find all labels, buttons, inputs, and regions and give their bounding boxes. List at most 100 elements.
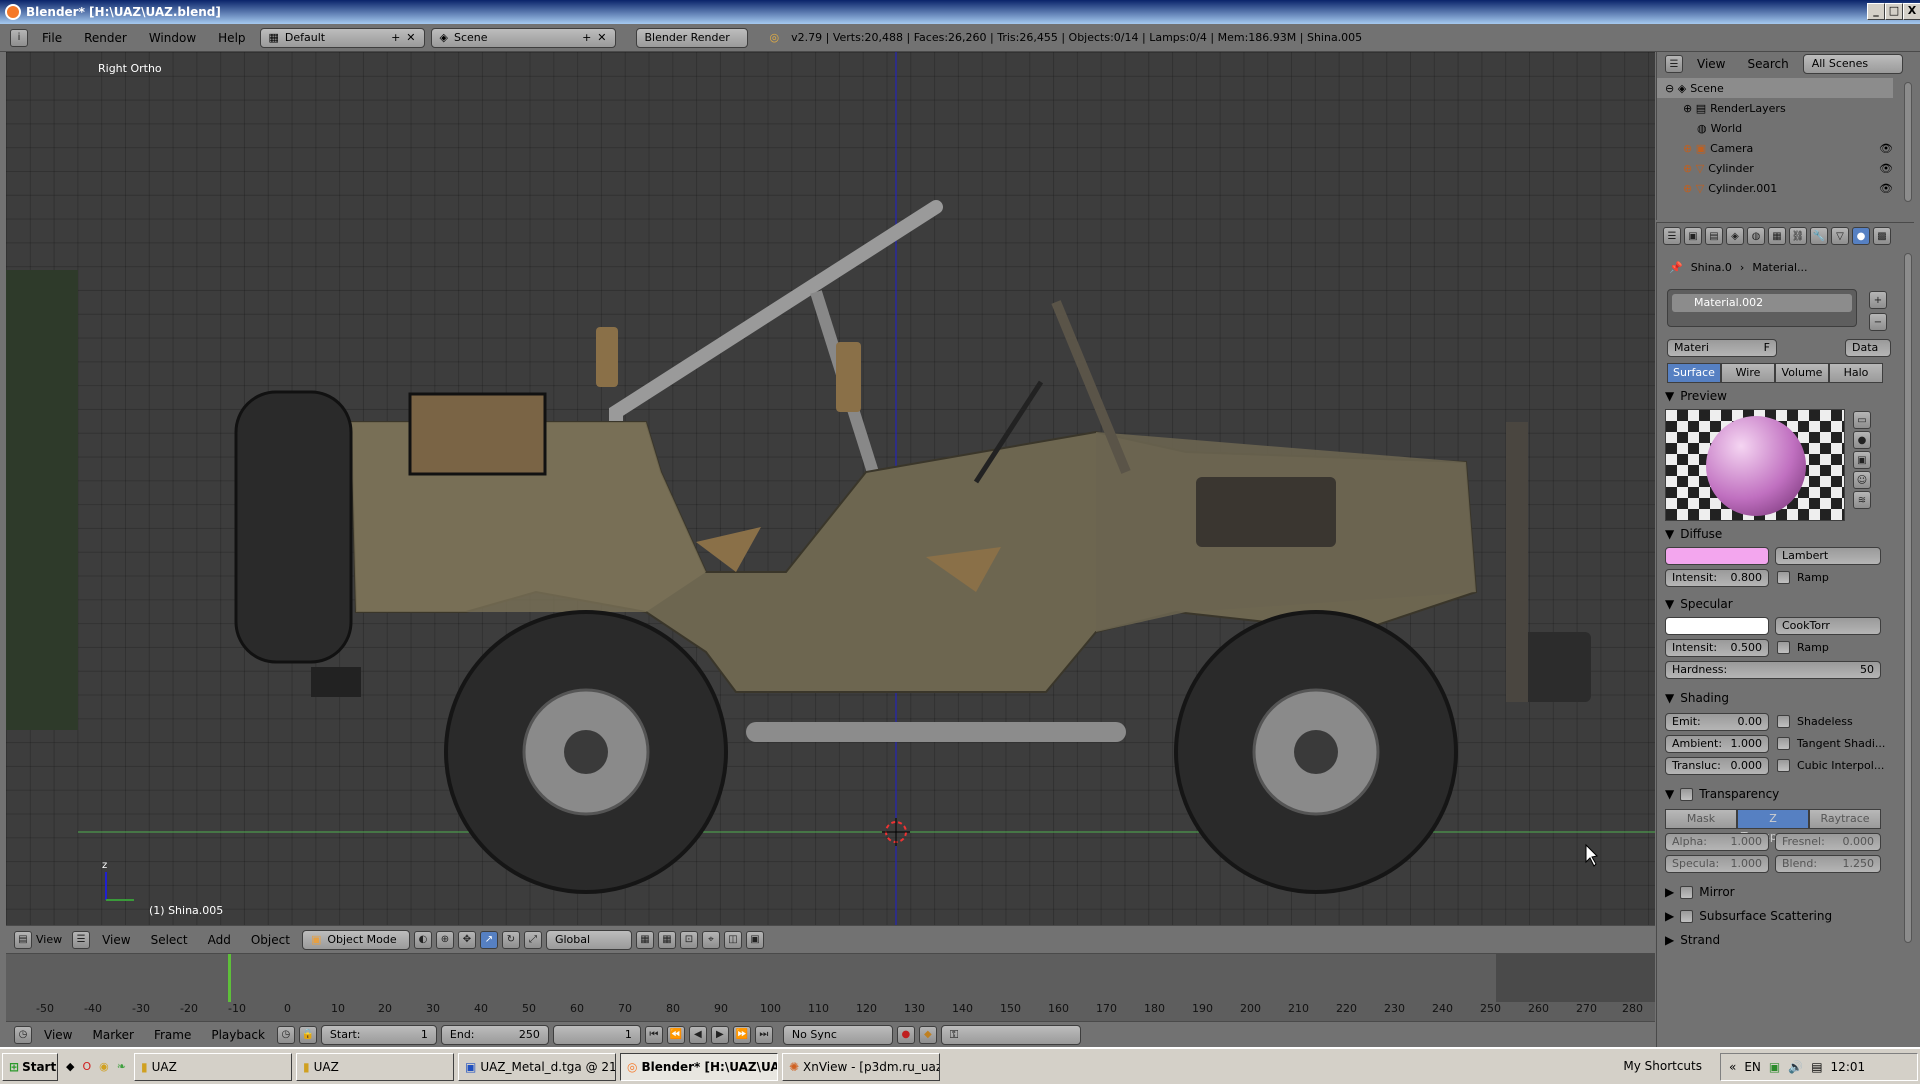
3d-viewport[interactable]: Right Ortho (1) Shina.005 z	[6, 52, 1655, 925]
editor-type-icon[interactable]: ▤	[14, 930, 32, 949]
transluc-field[interactable]: Transluc: 0.000	[1665, 757, 1769, 775]
layers-icon[interactable]: ▦	[635, 930, 654, 949]
outliner-item-cylinder[interactable]: ⊕ ▽ Cylinder 👁	[1657, 158, 1893, 178]
preview-panel-header[interactable]: ▼ Preview	[1665, 389, 1727, 403]
scene-tab-icon[interactable]: ◈	[1726, 227, 1744, 245]
close-button[interactable]: X	[1903, 3, 1920, 20]
current-frame-marker[interactable]	[228, 954, 231, 1002]
scale-icon[interactable]: ⤢	[523, 930, 542, 949]
shortcuts-toolbar[interactable]: My Shortcuts	[1623, 1059, 1702, 1073]
diffuse-color-swatch[interactable]	[1665, 547, 1769, 565]
mirror-panel-header[interactable]: ▶ Mirror	[1665, 885, 1735, 899]
start-button[interactable]: ⊞ Start	[2, 1052, 58, 1081]
translate-icon[interactable]: ↗	[479, 930, 498, 949]
preview-plane-icon[interactable]: ▭	[1853, 411, 1871, 429]
constraints-tab-icon[interactable]: ⛓	[1789, 227, 1807, 245]
pin-icon[interactable]: 📌	[1669, 261, 1683, 274]
specular-intensity-field[interactable]: Intensit: 0.500	[1665, 639, 1769, 657]
start-frame-field[interactable]: Start: 1	[320, 1024, 437, 1045]
hardness-field[interactable]: Hardness: 50	[1665, 661, 1881, 679]
texture-tab-icon[interactable]: ▩	[1873, 227, 1891, 245]
transparency-checkbox[interactable]	[1680, 787, 1694, 801]
material-slot-item[interactable]: Material.002	[1672, 294, 1852, 312]
outliner-filter-dropdown[interactable]: All Scenes	[1802, 54, 1903, 74]
timeline-editor-icon[interactable]: ◷	[14, 1025, 32, 1044]
info-editor-icon[interactable]: i	[10, 28, 28, 47]
jump-end-icon[interactable]: ⏭	[754, 1025, 773, 1044]
orientation-dropdown[interactable]: Global	[545, 929, 632, 950]
tl-menu-view[interactable]: View	[36, 1028, 80, 1042]
menu-render[interactable]: Render	[76, 31, 135, 45]
specular-color-swatch[interactable]	[1665, 617, 1769, 635]
record-icon[interactable]: ●	[896, 1025, 915, 1044]
network-icon[interactable]: ▤	[1811, 1060, 1822, 1074]
transparency-ztransparency[interactable]: Z Transpare...	[1737, 809, 1809, 843]
current-frame-field[interactable]: 1	[552, 1024, 641, 1045]
menu-help[interactable]: Help	[210, 31, 253, 45]
tray-app-icon[interactable]: ▣	[1769, 1060, 1780, 1074]
rotate-icon[interactable]: ↻	[501, 930, 520, 949]
timeline-area[interactable]: -50 -40 -30 -20 -10 0 10 20 30 40 50 60 …	[6, 953, 1655, 1023]
task-xnview[interactable]: ✺ XnView - [p3dm.ru_uaz...	[781, 1052, 940, 1081]
menu-select[interactable]: Select	[143, 933, 196, 947]
tray-expand-icon[interactable]: «	[1729, 1060, 1736, 1074]
preview-monkey-icon[interactable]: ☺	[1853, 471, 1871, 489]
tangent-shading-checkbox[interactable]	[1777, 737, 1790, 750]
play-reverse-icon[interactable]: ◀	[688, 1025, 707, 1044]
jump-key-forward-icon[interactable]: ⏩	[732, 1025, 751, 1044]
scene-dropdown[interactable]: ◈ Scene + ✕	[430, 27, 616, 48]
shadeless-checkbox[interactable]	[1777, 715, 1790, 728]
opera-icon[interactable]: O	[82, 1060, 91, 1073]
sync-dropdown[interactable]: No Sync	[782, 1024, 893, 1045]
panel-toggle-icon[interactable]: ☰	[72, 930, 91, 949]
modifiers-tab-icon[interactable]: 🔧	[1810, 227, 1828, 245]
tab-halo[interactable]: Halo	[1829, 363, 1883, 383]
diffuse-shader-dropdown[interactable]: Lambert	[1775, 547, 1881, 565]
preview-hair-icon[interactable]: ≋	[1853, 491, 1871, 509]
layout-remove-icon[interactable]: ✕	[406, 29, 415, 47]
visibility-eye-icon[interactable]: 👁	[1879, 162, 1893, 175]
outliner-menu-search[interactable]: Search	[1739, 57, 1796, 71]
visibility-eye-icon[interactable]: 👁	[1879, 182, 1893, 195]
volume-icon[interactable]: 🔊	[1788, 1060, 1803, 1074]
keying-set-dropdown[interactable]: ⚿	[940, 1024, 1081, 1045]
diffuse-ramp-checkbox[interactable]	[1777, 571, 1790, 584]
jump-start-icon[interactable]: ⏮	[644, 1025, 663, 1044]
outliner-scrollbar[interactable]	[1904, 82, 1912, 202]
visibility-eye-icon[interactable]: 👁	[1879, 142, 1893, 155]
app-quicklaunch-icon[interactable]: ◆	[66, 1060, 74, 1073]
end-frame-field[interactable]: End: 250	[440, 1024, 549, 1045]
emit-field[interactable]: Emit: 0.00	[1665, 713, 1769, 731]
strand-panel-header[interactable]: ▶ Strand	[1665, 933, 1720, 947]
specular-ramp-checkbox[interactable]	[1777, 641, 1790, 654]
object-tab-icon[interactable]: ▦	[1768, 227, 1786, 245]
render-tab-icon[interactable]: ▣	[1684, 227, 1702, 245]
data-tab-icon[interactable]: ▽	[1831, 227, 1849, 245]
material-datablock[interactable]: Materi F	[1667, 339, 1777, 357]
preview-sphere-icon[interactable]: ●	[1853, 431, 1871, 449]
tl-menu-playback[interactable]: Playback	[203, 1028, 273, 1042]
outliner-item-world[interactable]: ◍ World	[1657, 118, 1893, 138]
cubic-interp-checkbox[interactable]	[1777, 759, 1790, 772]
outliner-item-renderlayers[interactable]: ⊕ ▤ RenderLayers	[1657, 98, 1893, 118]
ambient-field[interactable]: Ambient: 1.000	[1665, 735, 1769, 753]
diffuse-panel-header[interactable]: ▼ Diffuse	[1665, 527, 1722, 541]
material-tab-icon[interactable]: ●	[1852, 227, 1870, 245]
blend-field[interactable]: Blend: 1.250	[1775, 855, 1881, 873]
outliner-item-scene[interactable]: ⊖ ◈ Scene	[1657, 78, 1893, 98]
tab-surface[interactable]: Surface	[1667, 363, 1721, 383]
properties-scrollbar[interactable]	[1904, 253, 1912, 943]
task-blender[interactable]: ◎ Blender* [H:\UAZ\UA...	[619, 1052, 778, 1081]
material-fake-user[interactable]: F	[1764, 340, 1770, 356]
camera-icon[interactable]: ▣	[745, 930, 764, 949]
keying-set-icon[interactable]: ◆	[918, 1025, 937, 1044]
lock-camera-icon[interactable]: ⊡	[679, 930, 698, 949]
pivot-icon[interactable]: ⊕	[435, 930, 454, 949]
sss-panel-header[interactable]: ▶ Subsurface Scattering	[1665, 909, 1832, 923]
transparency-raytrace[interactable]: Raytrace	[1809, 809, 1881, 829]
mirror-checkbox[interactable]	[1680, 885, 1694, 899]
world-tab-icon[interactable]: ◍	[1747, 227, 1765, 245]
specular-shader-dropdown[interactable]: CookTorr	[1775, 617, 1881, 635]
alpha-field[interactable]: Alpha: 1.000	[1665, 833, 1769, 851]
task-uaz-1[interactable]: ▮ UAZ	[133, 1052, 292, 1081]
